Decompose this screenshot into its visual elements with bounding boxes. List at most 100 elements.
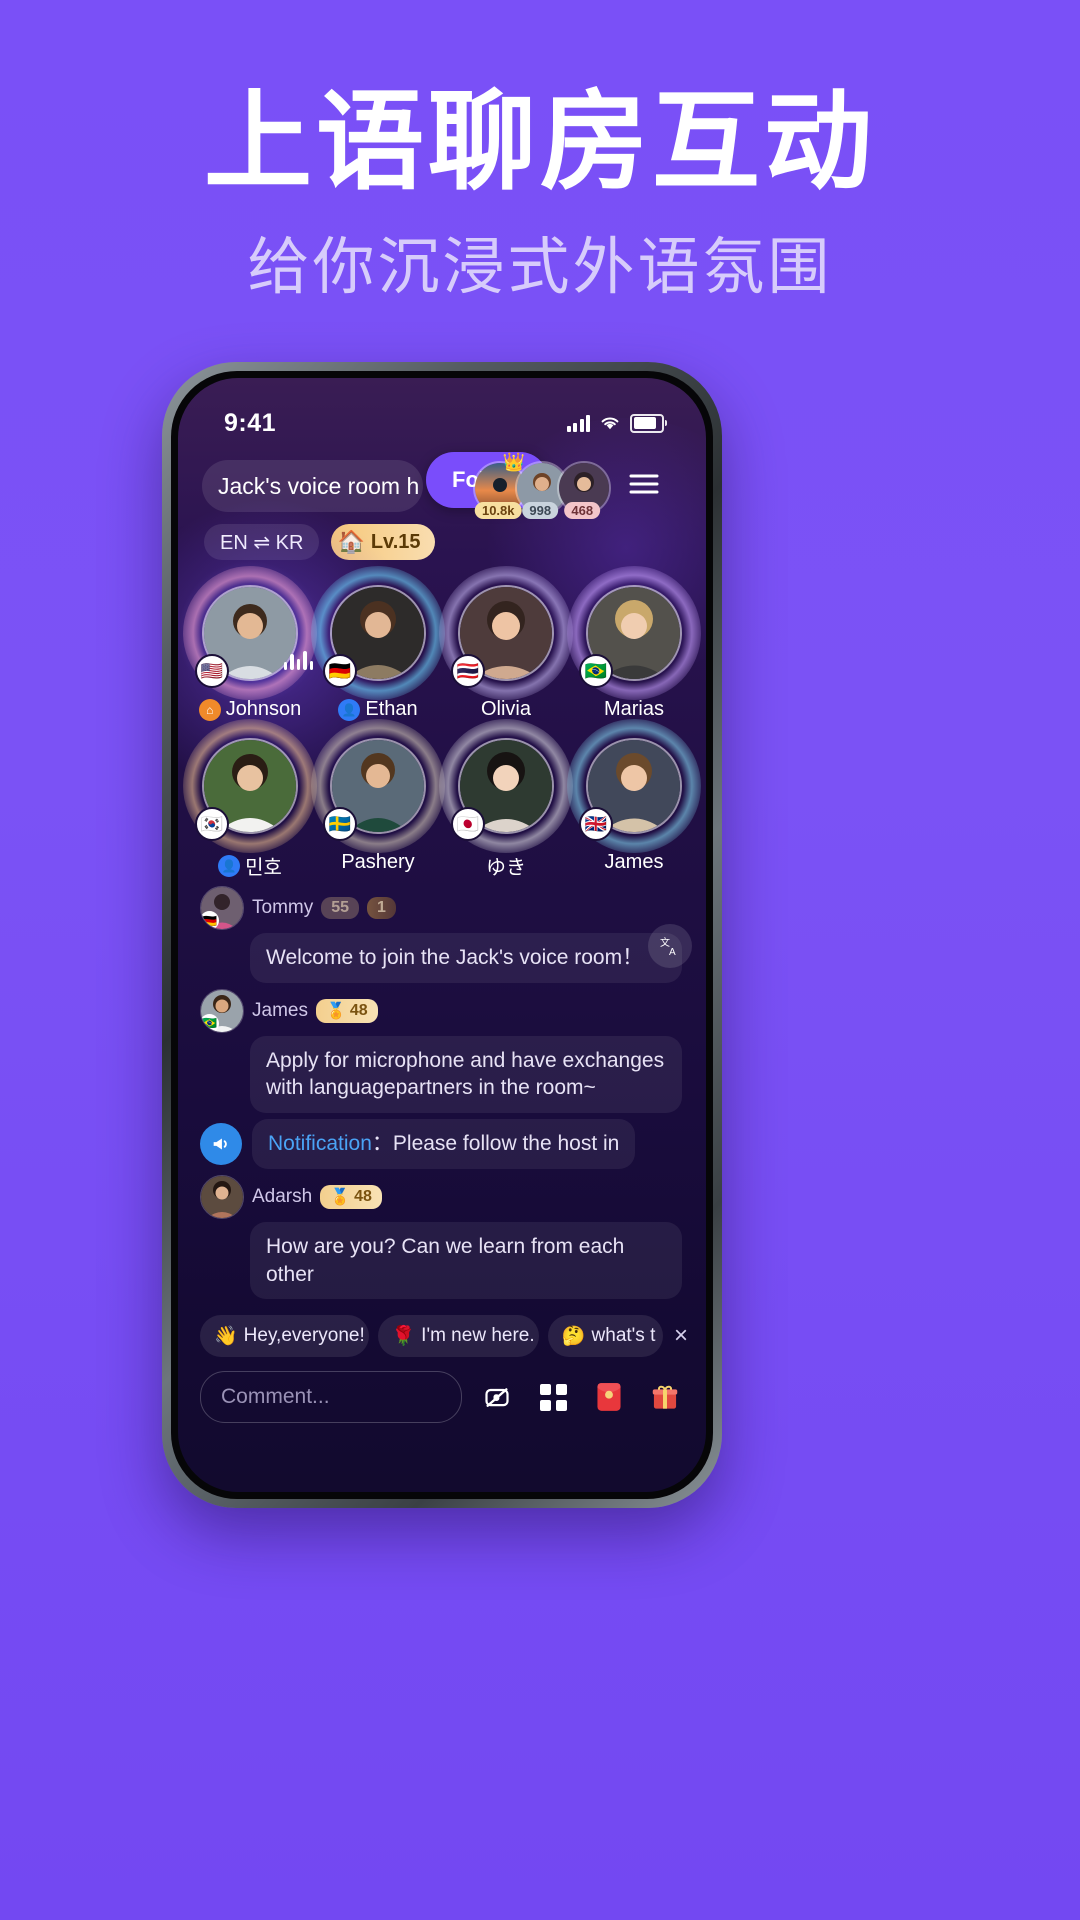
- notification-message: Notification：Please follow the host in: [200, 1119, 684, 1169]
- level-number: 48: [349, 1001, 368, 1019]
- flag-icon: 🇸🇪: [323, 807, 357, 841]
- level-badge: 🏅 48: [320, 1184, 382, 1209]
- speaking-waveform-icon: [283, 648, 313, 670]
- flag-icon: 🇩🇪: [323, 654, 357, 688]
- seat-johnson[interactable]: 🇺🇸 ⌂ Johnson: [178, 558, 325, 721]
- seat-minho[interactable]: 🇰🇷 👤 민호: [183, 719, 317, 880]
- quick-reply-label: Hey,everyone!: [243, 1325, 365, 1347]
- seat-avatar-ring: 🇰🇷: [183, 719, 317, 853]
- seat-name: James: [604, 851, 664, 873]
- seat-pashery[interactable]: 🇸🇪 Pashery: [311, 719, 445, 880]
- comment-input[interactable]: Comment...: [200, 1371, 462, 1424]
- seat-name-row: Marias: [604, 698, 664, 721]
- flag-icon: 🇺🇸: [195, 654, 229, 688]
- seat-avatar-ring: 🇸🇪: [311, 719, 445, 853]
- status-indicators: [566, 413, 667, 433]
- chat-bubble: Apply for microphone and have exchanges …: [250, 1035, 682, 1114]
- seat-name: Olivia: [480, 698, 531, 720]
- seat-avatar-ring: 🇹🇭: [439, 566, 573, 700]
- seat-name-row: ゆき: [486, 851, 526, 880]
- thinking-emoji-icon: 🤔: [561, 1326, 586, 1348]
- flag-icon: 🇬🇧: [579, 807, 613, 841]
- chat-username: Adarsh: [252, 1185, 313, 1207]
- seat-name: Marias: [603, 698, 664, 720]
- phone-bezel: 9:41 Jack's voice room h Follow: [171, 371, 713, 1499]
- flag-icon: 🇧🇷: [579, 654, 613, 688]
- seat-name: Pashery: [341, 851, 415, 873]
- wave-emoji-icon: 👋: [214, 1326, 238, 1348]
- seat-name: ゆき: [486, 857, 526, 879]
- host-badge-icon: ⌂: [198, 698, 221, 721]
- chat-username: James: [252, 999, 308, 1021]
- chat-list[interactable]: 文A 🇩🇪 Tommy 55 1 Welcome to join the Jac…: [178, 880, 706, 1300]
- flag-icon: 🇯🇵: [451, 807, 485, 841]
- gift-icon[interactable]: [644, 1376, 686, 1418]
- seat-james[interactable]: 🇬🇧 James: [567, 719, 701, 880]
- hamburger-menu-icon[interactable]: [629, 471, 659, 501]
- seat-name: Ethan: [365, 698, 418, 720]
- quick-reply-label: I'm new here.: [421, 1325, 535, 1347]
- chat-message-header: 🇧🇷 James 🏅 48: [200, 988, 684, 1033]
- apps-grid-icon[interactable]: [532, 1376, 574, 1418]
- rank-badge: 1: [367, 897, 396, 919]
- wifi-icon: [601, 417, 619, 430]
- seat-name-row: 👤 민호: [218, 851, 282, 880]
- flag-icon: 🇧🇷: [201, 1013, 219, 1032]
- chat-bubble: Welcome to join the Jack's voice room！: [250, 933, 682, 983]
- chat-message-header: 🇩🇪 Tommy 55 1: [200, 886, 684, 930]
- seat-name-row: Pashery: [341, 851, 414, 874]
- battery-icon: [630, 413, 667, 433]
- chat-message-header: Adarsh 🏅 48: [200, 1174, 684, 1219]
- input-bar: Comment...: [178, 1357, 706, 1424]
- close-icon[interactable]: ×: [674, 1322, 688, 1350]
- seat-name-row: Olivia: [481, 698, 531, 721]
- avatar[interactable]: 🇩🇪: [200, 886, 244, 930]
- level-badge: 🏅 48: [315, 998, 378, 1023]
- quick-reply-label: what's t: [591, 1325, 656, 1347]
- avatar[interactable]: [200, 1174, 244, 1219]
- notification-label: Notification: [268, 1132, 372, 1156]
- seat-name-row: 👤 Ethan: [338, 698, 418, 721]
- signal-bars-icon: [566, 414, 590, 432]
- translate-icon[interactable]: 文A: [648, 924, 692, 968]
- poster-headline: 上语聊房互动: [203, 80, 876, 205]
- viewer-badge: 998: [522, 502, 559, 519]
- quick-reply-3[interactable]: 🤔 what's t: [547, 1315, 663, 1358]
- room-name: Jack's voice room h: [218, 472, 420, 499]
- flag-icon: 🇹🇭: [451, 654, 485, 688]
- red-packet-icon[interactable]: [588, 1376, 630, 1418]
- flag-icon: 🇩🇪: [201, 911, 219, 929]
- phone-mockup: 9:41 Jack's voice room h Follow: [162, 362, 722, 1508]
- level-badge: 55: [321, 897, 360, 919]
- user-badge-icon: 👤: [338, 698, 361, 721]
- room-title-pill[interactable]: Jack's voice room h: [202, 460, 424, 512]
- status-bar: 9:41: [178, 378, 706, 454]
- viewer-avatars: 👑 10.8k 998 468: [473, 452, 612, 519]
- seat-avatar-ring: 🇬🇧: [567, 719, 701, 853]
- poster-subheadline: 给你沉浸式外语氛围: [247, 230, 833, 303]
- seat-marias[interactable]: 🇧🇷 Marias: [567, 566, 701, 721]
- seat-yuki[interactable]: 🇯🇵 ゆき: [439, 719, 573, 880]
- seat-avatar-ring: 🇧🇷: [567, 566, 701, 700]
- chat-bubble: How are you? Can we learn from each othe…: [250, 1221, 682, 1300]
- seat-ethan[interactable]: 🇩🇪 👤 Ethan: [311, 566, 445, 721]
- quick-reply-1[interactable]: 👋 Hey,everyone!: [200, 1315, 369, 1358]
- poster-root: 上语聊房互动 给你沉浸式外语氛围 9:41 Jack's voice room …: [0, 0, 1080, 1920]
- status-clock: 9:41: [224, 408, 277, 437]
- user-badge-icon: 👤: [218, 854, 241, 877]
- chat-message: 🇩🇪 Tommy 55 1 Welcome to join the Jack's…: [200, 886, 684, 983]
- viewer-avatar-3[interactable]: 468: [557, 461, 612, 519]
- seat-olivia[interactable]: 🇹🇭 Olivia: [439, 566, 573, 721]
- flag-icon: 🇰🇷: [195, 807, 229, 841]
- chat-bubble: Notification：Please follow the host in: [252, 1119, 636, 1169]
- seat-avatar-ring: 🇩🇪: [311, 566, 445, 700]
- megaphone-icon: [200, 1123, 242, 1166]
- quick-reply-2[interactable]: 🌹 I'm new here.: [377, 1315, 539, 1358]
- viewer-badge: 468: [564, 502, 601, 519]
- mute-mic-icon[interactable]: [476, 1376, 518, 1418]
- seat-name-row: James: [605, 851, 664, 874]
- avatar[interactable]: 🇧🇷: [200, 988, 244, 1033]
- notification-separator: ：: [371, 1132, 393, 1156]
- svg-text:A: A: [669, 947, 676, 958]
- rose-emoji-icon: 🌹: [391, 1326, 416, 1348]
